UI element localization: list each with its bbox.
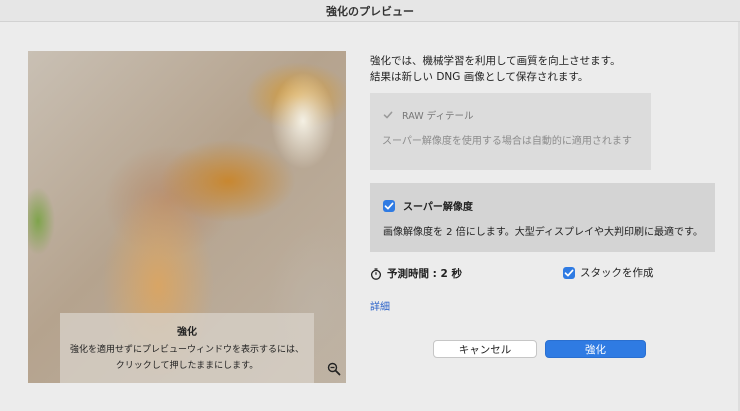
super-resolution-option[interactable]: スーパー解像度 <box>383 198 473 213</box>
raw-details-note: スーパー解像度を使用する場合は自動的に適用されます <box>382 136 632 147</box>
raw-details-panel: RAW ディテール スーパー解像度を使用する場合は自動的に適用されます <box>370 93 651 170</box>
raw-details-label: RAW ディテール <box>402 111 474 122</box>
cancel-button[interactable]: キャンセル <box>433 340 537 358</box>
estimated-time: 予測時間 : 2 秒 <box>370 266 462 281</box>
create-stack-option[interactable]: スタックを作成 <box>563 265 654 280</box>
window-titlebar: 強化のプレビュー <box>0 0 740 22</box>
super-resolution-checkbox[interactable] <box>383 199 395 212</box>
super-resolution-panel: スーパー解像度 画像解像度を 2 倍にします。大型ディスプレイや大判印刷に最適で… <box>370 183 715 252</box>
preview-tip-title: 強化 <box>177 327 197 338</box>
create-stack-label: スタックを作成 <box>580 267 654 279</box>
description-line-1: 強化では、機械学習を利用して画質を向上させます。 <box>370 55 621 67</box>
enhance-description: 強化では、機械学習を利用して画質を向上させます。 結果は新しい DNG 画像とし… <box>370 53 621 85</box>
preview-tip-overlay: 強化 強化を適用せずにプレビューウィンドウを表示するには、 クリックして押したま… <box>60 313 314 383</box>
create-stack-checkbox[interactable] <box>563 266 575 279</box>
preview-tip-line-2: クリックして押したままにします。 <box>115 361 259 371</box>
zoom-out-icon[interactable] <box>326 361 342 377</box>
window-title: 強化のプレビュー <box>326 4 414 18</box>
preview-tip-text: 強化を適用せずにプレビューウィンドウを表示するには、 クリックして押したままにし… <box>60 342 314 374</box>
super-resolution-note: 画像解像度を 2 倍にします。大型ディスプレイや大判印刷に最適です。 <box>383 227 704 238</box>
preview-tip-line-1: 強化を適用せずにプレビューウィンドウを表示するには、 <box>69 345 304 355</box>
stopwatch-icon <box>370 267 382 280</box>
enhance-button[interactable]: 強化 <box>545 340 646 358</box>
raw-details-option: RAW ディテール <box>382 108 473 122</box>
raw-details-checkbox <box>382 109 394 121</box>
description-line-2: 結果は新しい DNG 画像として保存されます。 <box>370 71 589 83</box>
estimated-time-label: 予測時間 : 2 秒 <box>387 268 462 280</box>
enhance-preview-image[interactable]: 強化 強化を適用せずにプレビューウィンドウを表示するには、 クリックして押したま… <box>28 51 346 383</box>
details-link[interactable]: 詳細 <box>370 298 390 313</box>
super-resolution-label: スーパー解像度 <box>403 202 473 213</box>
